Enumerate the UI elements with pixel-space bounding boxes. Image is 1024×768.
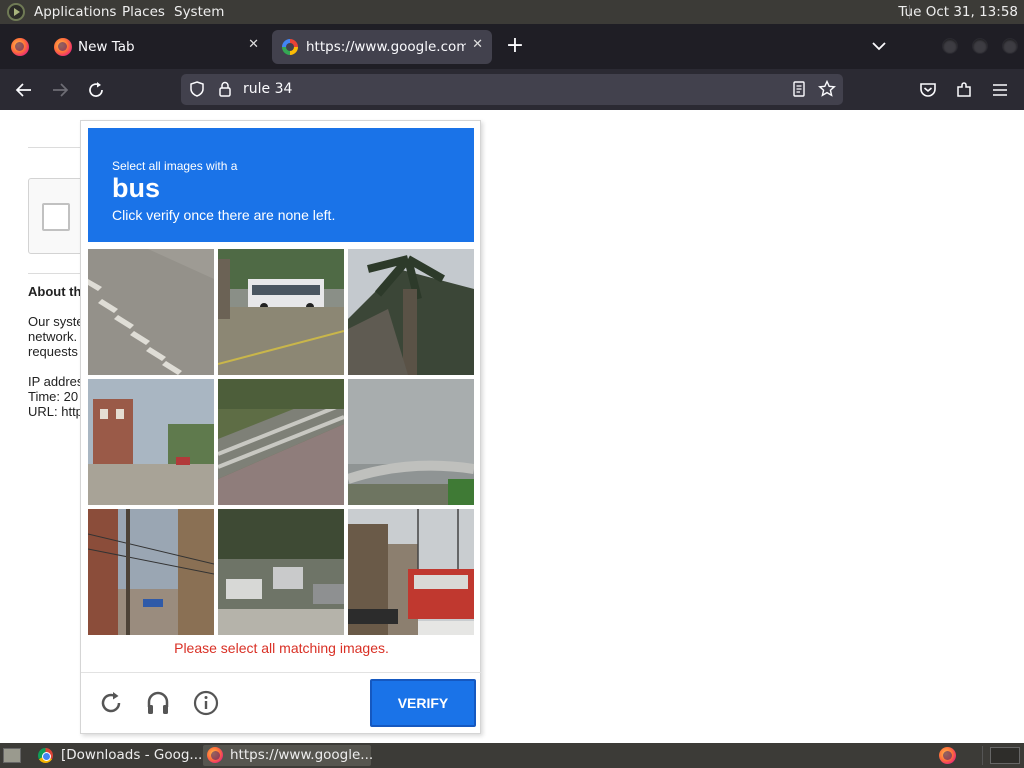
nav-bar: rule 34 [0,69,1024,110]
recaptcha-widget[interactable] [28,178,88,254]
google-icon [282,39,298,55]
instruction-prefix: Select all images with a [112,159,238,173]
audio-challenge-icon[interactable] [144,689,172,717]
firefox-icon [207,747,223,763]
target-word: bus [112,173,161,203]
hamburger-menu-icon[interactable] [989,79,1011,101]
taskbar-item-firefox[interactable]: https://www.google... [203,745,374,766]
taskbar-item-label: [Downloads - Goog... [61,747,203,763]
captcha-challenge: Select all images with a bus Click verif… [80,120,482,734]
info-text[interactable]: URL: http [28,404,83,419]
info-icon[interactable] [192,689,220,717]
captcha-header: Select all images with a bus Click verif… [88,128,474,242]
instruction-suffix: Click verify once there are none left. [112,207,336,223]
tab-title: https://www.google.com/se [306,39,466,55]
maximize-button[interactable] [972,38,988,54]
tab-strip: New Tab ✕ https://www.google.com/se ✕ + [0,24,1024,69]
about-heading: About th [28,284,82,299]
close-window-button[interactable] [1002,38,1018,54]
info-text: IP addres [28,374,84,389]
captcha-tile-9[interactable] [348,509,474,635]
captcha-tile-5[interactable] [218,379,344,505]
captcha-tile-6[interactable] [348,379,474,505]
tab-new-tab[interactable]: New Tab ✕ [44,30,268,64]
lock-icon[interactable] [215,79,235,99]
system-menu[interactable]: System [174,4,224,20]
clock[interactable]: Tue Oct 31, 13:58 [898,4,1018,20]
taskbar-item-downloads[interactable]: [Downloads - Goog... [34,745,202,766]
firefox-view-icon[interactable] [11,38,29,56]
workspace-switcher[interactable] [990,747,1020,764]
extensions-icon[interactable] [953,79,975,101]
close-icon[interactable]: ✕ [472,37,483,52]
url-text[interactable]: rule 34 [243,81,292,97]
info-text: Time: 20 [28,389,79,404]
minimize-button[interactable] [942,38,958,54]
divider [28,273,88,274]
taskbar: [Downloads - Goog... https://www.google.… [0,743,1024,768]
shield-icon[interactable] [187,79,207,99]
captcha-tile-2[interactable] [218,249,344,375]
taskbar-item-label: https://www.google... [230,747,374,763]
captcha-tile-3[interactable] [348,249,474,375]
verify-button[interactable]: VERIFY [370,679,476,727]
divider [28,147,88,148]
reload-challenge-icon[interactable] [97,689,125,717]
back-arrow-icon[interactable] [13,79,35,101]
body-text: Our syste [28,314,84,329]
url-bar[interactable]: rule 34 [181,74,843,105]
error-message: Please select all matching images. [174,640,389,656]
captcha-tile-8[interactable] [218,509,344,635]
new-tab-button[interactable]: + [504,32,526,60]
close-icon[interactable]: ✕ [248,37,259,52]
body-text: network. [28,329,78,344]
recaptcha-checkbox[interactable] [42,203,70,231]
applications-menu[interactable]: Applications [34,4,116,20]
reload-icon[interactable] [85,79,107,101]
taskbar-separator [982,746,983,765]
top-panel: Applications Places System Tue Oct 31, 1… [0,0,1024,24]
show-desktop-icon[interactable] [3,748,21,763]
reader-view-icon[interactable] [789,79,809,99]
tab-title: New Tab [78,39,135,55]
chevron-down-icon[interactable] [868,36,890,56]
places-menu[interactable]: Places [122,4,165,20]
footer-divider [81,672,482,673]
captcha-tile-4[interactable] [88,379,214,505]
distro-logo-icon[interactable] [7,3,25,21]
chrome-icon [38,748,53,763]
tab-google[interactable]: https://www.google.com/se ✕ [272,30,492,64]
forward-arrow-icon[interactable] [49,79,71,101]
firefox-icon [54,38,72,56]
firefox-tray-icon[interactable] [939,747,956,764]
body-text: requests [28,344,78,359]
captcha-tile-7[interactable] [88,509,214,635]
captcha-tile-1[interactable] [88,249,214,375]
bookmark-star-icon[interactable] [817,79,837,99]
pocket-icon[interactable] [917,79,939,101]
